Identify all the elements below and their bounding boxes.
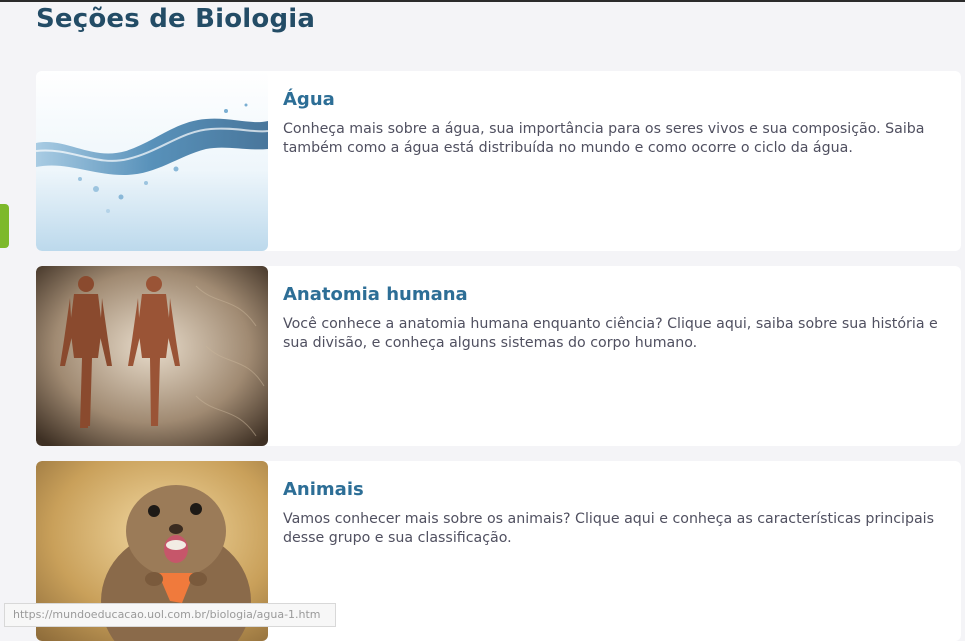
- section-title-animais[interactable]: Animais: [283, 479, 364, 500]
- page-title: Seções de Biologia: [36, 4, 316, 34]
- section-title-agua[interactable]: Água: [283, 89, 335, 110]
- side-feedback-tab[interactable]: [0, 204, 9, 248]
- section-description-agua: Conheça mais sobre a água, sua importânc…: [283, 121, 925, 156]
- section-description-animais: Vamos conhecer mais sobre os animais? Cl…: [283, 511, 934, 546]
- section-image-agua[interactable]: [36, 71, 268, 251]
- water-splash-image: [36, 71, 268, 251]
- section-description-anatomia-humana: Você conhece a anatomia humana enquanto …: [283, 316, 938, 351]
- section-card-anatomia-humana[interactable]: Anatomia humana Você conhece a anatomia …: [36, 266, 961, 446]
- browser-status-url: https://mundoeducacao.uol.com.br/biologi…: [4, 603, 336, 627]
- section-image-anatomia-humana[interactable]: [36, 266, 268, 446]
- human-muscle-anatomy-image: [36, 266, 268, 446]
- top-border: [0, 0, 965, 2]
- section-title-anatomia-humana[interactable]: Anatomia humana: [283, 284, 468, 305]
- section-card-agua[interactable]: Água Conheça mais sobre a água, sua impo…: [36, 71, 961, 251]
